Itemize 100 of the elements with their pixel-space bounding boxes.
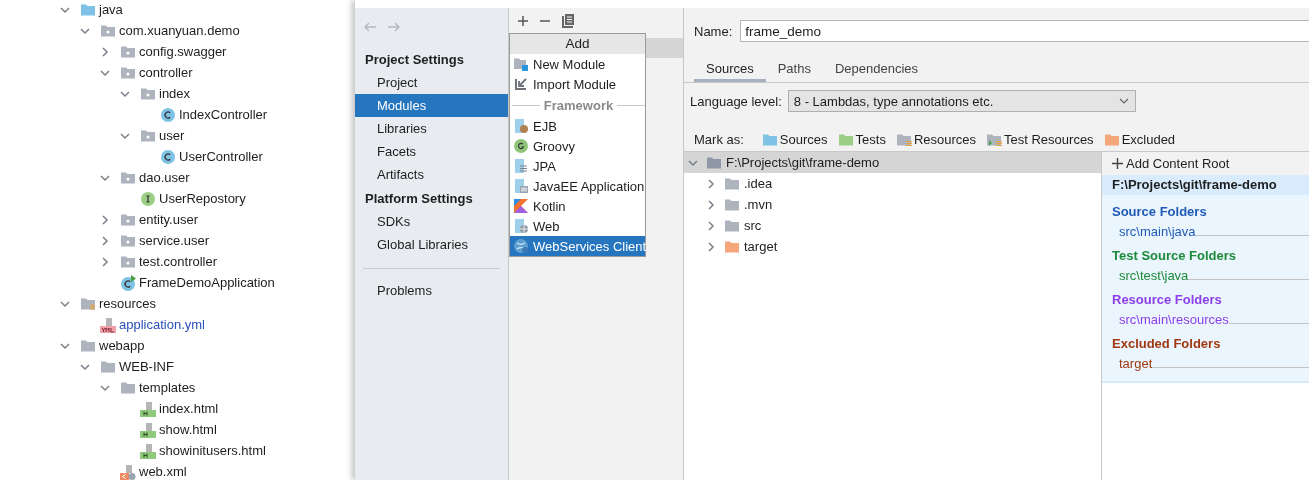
tree-item[interactable]: web.xml [120,463,187,480]
sidebar-item[interactable]: Project [355,71,508,94]
sidebar-item[interactable]: Global Libraries [355,233,508,256]
tree-item[interactable]: show.html [140,421,217,438]
folder-group-title: Test Source Folders [1111,247,1237,265]
tab[interactable]: Paths [765,58,823,82]
tree-item-label: F:\Projects\git\frame-demo [726,155,880,170]
mark-as-button[interactable]: Sources [761,131,828,147]
package-icon [120,170,136,185]
tree-row[interactable]: F:\Projects\git\frame-demo [684,152,1101,173]
tree-item[interactable]: resources [80,296,157,311]
mark-as-button[interactable]: Tests [837,131,886,147]
tree-item[interactable]: config.swagger [120,44,227,59]
folder-icon [100,359,116,374]
tree-item[interactable]: com.xuanyuan.demo [100,23,240,38]
groovy-icon [513,138,529,154]
package-icon [120,44,136,59]
globe-icon [513,218,529,234]
kotlin-icon [513,198,529,214]
sidebar-item[interactable]: Libraries [355,117,508,140]
tree-item[interactable]: entity.user [120,212,198,227]
tree-item[interactable]: dao.user [120,170,190,185]
globe-icon [513,238,529,254]
section-heading: Project Settings [364,51,465,69]
tree-item[interactable]: UserRepostory [140,190,246,207]
content-root-path: F:\Projects\git\frame-demo [1102,175,1309,195]
menu-item[interactable]: Kotlin [510,196,645,216]
tree-item[interactable]: templates [120,380,196,395]
html-file-icon [140,421,156,438]
tree-item[interactable]: IndexController [160,106,268,123]
html-file-icon [140,400,156,417]
resources-folder-icon [80,296,96,311]
tree-item[interactable]: controller [120,65,193,80]
interface-icon [140,190,156,207]
menu-item[interactable]: Import Module [510,74,645,94]
field-label: Language level: [690,93,782,109]
tree-item[interactable]: showinitusers.html [140,442,266,459]
folder-group-title: Resource Folders [1111,291,1223,309]
application-icon [513,178,529,194]
yml-file-icon [100,316,116,333]
sidebar-item[interactable]: Facets [355,140,508,163]
section-heading: Platform Settings [364,190,474,208]
package-icon [120,254,136,269]
tree-item[interactable]: service.user [120,233,210,248]
menu-item[interactable]: New Module [510,54,645,74]
package-icon [120,65,136,80]
folder-group-title: Excluded Folders [1111,335,1222,353]
tree-item[interactable]: FrameDemoApplication [120,274,275,291]
sidebar-item[interactable]: Modules [355,94,508,117]
sidebar-item[interactable]: Problems [355,279,508,302]
folder-icon [80,338,96,353]
tree-item[interactable]: src [744,218,762,233]
menu-item[interactable]: EJB [510,116,645,136]
folder-group-title: Source Folders [1111,203,1208,221]
language-level-dropdown[interactable]: 8 - Lambdas, type annotations etc. [787,90,1136,112]
tree-item[interactable]: index.html [140,400,219,417]
tree-item[interactable]: index [140,86,191,101]
class-icon [160,148,176,165]
folder-icon [706,155,722,170]
sidebar-item[interactable]: Artifacts [355,163,508,186]
html-file-icon [140,442,156,459]
package-icon [120,212,136,227]
field-label: Name: [694,23,733,39]
mark-as-button[interactable]: Resources [895,131,977,147]
folder-path[interactable]: src\main\resources [1119,312,1229,327]
tree-item[interactable]: .idea [744,176,773,191]
menu-item[interactable]: JavaEE Application [510,176,645,196]
chevron-down-icon [1118,97,1129,105]
module-icon [513,56,529,72]
import-icon [513,76,529,92]
folder-path[interactable]: target [1119,356,1153,371]
menu-item[interactable]: Groovy [510,136,645,156]
tree-item[interactable]: target [744,239,778,254]
tree-item[interactable]: .mvn [744,197,773,212]
tree-item[interactable]: user [140,128,185,143]
menu-item[interactable]: JPA [510,156,645,176]
menu-item[interactable]: WebServices Client [510,236,645,256]
tree-item[interactable]: application.yml [100,316,205,333]
folder-path[interactable]: src\main\java [1119,224,1196,239]
menu-group-label: Framework [543,97,614,113]
add-icon [1112,158,1123,169]
tree-item[interactable]: WEB-INF [100,359,174,374]
package-icon [100,23,116,38]
copy-icon[interactable] [561,12,575,29]
folder-path[interactable]: src\test\java [1119,268,1189,283]
menu-item[interactable]: Web [510,216,645,236]
tree-item[interactable]: test.controller [120,254,218,269]
tab[interactable]: Dependencies [822,58,931,82]
tab[interactable]: Sources [694,58,766,82]
mark-as-button[interactable]: Test Resources [986,131,1094,147]
add-icon[interactable] [517,14,529,27]
add-content-root-button[interactable]: Add Content Root [1102,152,1309,175]
tree-item[interactable]: UserController [160,148,263,165]
tree-item[interactable]: webapp [80,338,145,353]
mark-as-button[interactable]: Excluded [1103,131,1176,147]
name-field[interactable]: frame_demo [740,20,1309,42]
tree-item[interactable]: java [80,2,123,17]
folder-icon [120,380,136,395]
package-icon [140,128,156,143]
sidebar-item[interactable]: SDKs [355,210,508,233]
